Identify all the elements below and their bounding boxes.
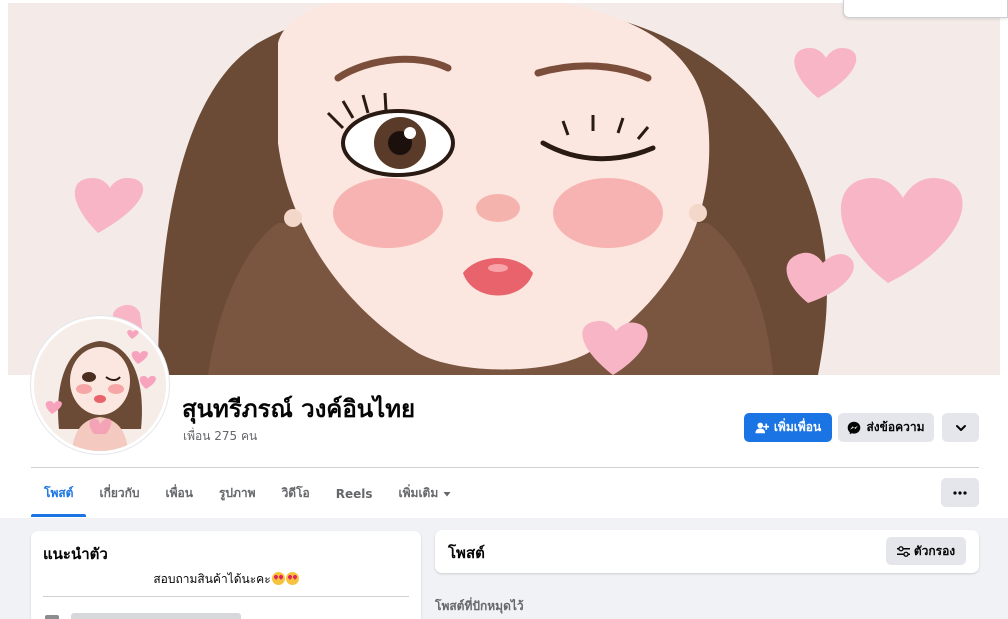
- tab-label: วิดีโอ: [281, 486, 310, 500]
- tab-posts[interactable]: โพสต์: [31, 470, 87, 517]
- more-dots-icon: [953, 490, 967, 495]
- tab-more[interactable]: เพิ่มเติม: [386, 470, 465, 517]
- profile-avatar[interactable]: [31, 316, 169, 454]
- intro-detail-row: [71, 613, 241, 619]
- heart-eyes-emoji-icon: [285, 572, 299, 585]
- tab-label: โพสต์: [44, 486, 74, 500]
- avatar-illustration: [34, 319, 166, 451]
- avatar: [34, 319, 166, 451]
- friends-count[interactable]: เพื่อน 275 คน: [183, 427, 257, 446]
- briefcase-icon: [45, 615, 59, 619]
- add-friend-label: เพิ่มเพื่อน: [773, 420, 822, 434]
- tab-friends[interactable]: เพื่อน: [153, 470, 206, 517]
- tab-videos[interactable]: วิดีโอ: [269, 470, 323, 517]
- tab-reels[interactable]: Reels: [323, 470, 386, 517]
- chevron-down-icon: [955, 424, 966, 431]
- filter-label: ตัวกรอง: [913, 543, 956, 558]
- add-friend-icon: [755, 422, 769, 433]
- header-divider: [31, 467, 979, 468]
- intro-bio: สอบถามสินค้าได้นะคะ: [31, 570, 421, 589]
- profile-more-button[interactable]: [942, 413, 979, 442]
- message-label: ส่งข้อความ: [866, 420, 925, 434]
- intro-divider: [43, 596, 409, 597]
- tab-label: เพิ่มเติม: [398, 486, 439, 500]
- messenger-icon: [848, 421, 861, 434]
- cover-illustration: [8, 3, 1000, 375]
- tab-label: เกี่ยวกับ: [99, 486, 140, 500]
- tabs-overflow-button[interactable]: [941, 478, 979, 507]
- profile-page: สุนทรีภรณ์ วงค์อินไทย เพื่อน 275 คน เพิ่…: [0, 0, 1008, 619]
- tab-label: รูปภาพ: [218, 486, 256, 500]
- heart-eyes-emoji-icon: [271, 572, 285, 585]
- profile-tabs: โพสต์ เกี่ยวกับ เพื่อน รูปภาพ วิดีโอ Ree…: [31, 470, 464, 517]
- posts-card: โพสต์ ตัวกรอง: [435, 530, 979, 573]
- corner-popover: [843, 0, 1008, 18]
- tab-photos[interactable]: รูปภาพ: [206, 470, 269, 517]
- message-button[interactable]: ส่งข้อความ: [838, 413, 934, 442]
- caret-down-icon: [443, 491, 451, 496]
- intro-bio-text: สอบถามสินค้าได้นะคะ: [153, 572, 271, 586]
- intro-card: แนะนำตัว สอบถามสินค้าได้นะคะ: [31, 531, 421, 619]
- cover-photo[interactable]: [8, 3, 1000, 375]
- profile-name: สุนทรีภรณ์ วงค์อินไทย: [182, 395, 416, 423]
- tab-label: Reels: [335, 486, 373, 501]
- add-friend-button[interactable]: เพิ่มเพื่อน: [744, 413, 832, 442]
- tab-about[interactable]: เกี่ยวกับ: [86, 470, 152, 517]
- filter-sliders-icon: [896, 545, 910, 557]
- posts-title: โพสต์: [448, 544, 485, 562]
- intro-title: แนะนำตัว: [43, 545, 108, 563]
- tab-label: เพื่อน: [165, 486, 193, 500]
- pinned-posts-label: โพสต์ที่ปักหมุดไว้: [435, 599, 524, 613]
- filter-button[interactable]: ตัวกรอง: [886, 537, 966, 565]
